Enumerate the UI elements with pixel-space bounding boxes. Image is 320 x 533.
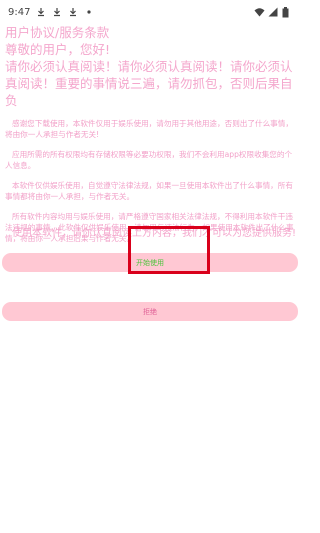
title-greeting: 尊敬的用户，您好! [5, 42, 111, 57]
battery-icon [282, 7, 292, 18]
agreement-title: 用户协议/服务条款 尊敬的用户，您好! 请你必须认真阅读！请你必须认真阅读！请你… [5, 24, 297, 109]
notice-text: 使用本软件，请你认真阅读上方内容，我们才可以为您提供服务! [12, 228, 297, 239]
start-using-button[interactable]: 开始使用 [2, 253, 298, 272]
title-heading: 用户协议/服务条款 [5, 25, 110, 40]
refuse-button[interactable]: 拒绝 [2, 302, 298, 321]
dot-icon [84, 7, 94, 17]
title-warning: 请你必须认真阅读！请你必须认真阅读！请你必须认真阅读！重要的事情说三遍，请勿抓包… [5, 59, 293, 108]
download-icon [52, 7, 62, 17]
status-time: 9:47 [8, 6, 31, 18]
paragraph-2: 应用所需的所有权限均有存储权限等必要功权限，我们不会利用app权限收集您的个人信… [5, 150, 293, 170]
status-bar: 9:47 [0, 0, 300, 24]
download-icon [68, 7, 78, 17]
paragraph-1: 感谢您下载使用，本软件仅用于娱乐使用，请勿用于其他用途，否则出了什么事情，将由你… [5, 119, 293, 139]
download-icon [36, 7, 46, 17]
signal-icon [268, 7, 278, 17]
wifi-icon [254, 7, 265, 17]
paragraph-3: 本软件仅供娱乐使用，自觉遵守法律法规，如果一旦使用本软件出了什么事情，所有事情都… [5, 181, 293, 201]
